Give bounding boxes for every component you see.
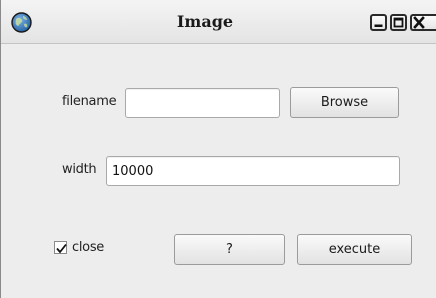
maximize-icon [393,17,404,28]
help-button[interactable]: ? [174,234,285,265]
image-dialog-window: Image filename Browse width close ? [0,0,436,298]
title-bar[interactable]: Image [1,0,436,44]
checkmark-icon [56,243,67,254]
minimize-icon [374,24,383,27]
close-checkbox[interactable] [54,241,67,254]
filename-input[interactable] [125,88,280,118]
close-checkbox-label: close [72,240,104,255]
close-icon [413,16,425,29]
browse-button[interactable]: Browse [290,87,399,118]
window-title: Image [176,12,234,31]
close-window-button[interactable] [410,14,436,31]
filename-label: filename [62,94,117,109]
width-input[interactable] [106,156,400,186]
maximize-button[interactable] [390,14,407,31]
width-label: width [62,162,97,177]
execute-button[interactable]: execute [297,234,412,265]
minimize-button[interactable] [370,14,387,31]
